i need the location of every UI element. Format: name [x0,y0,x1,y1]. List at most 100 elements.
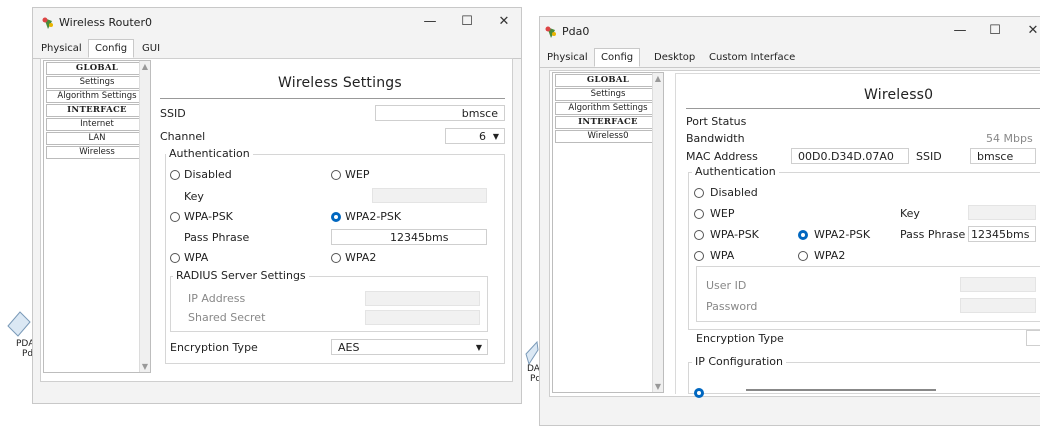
ssid-label: SSID [160,107,186,120]
router-config-panel: GLOBAL Settings Algorithm Settings INTER… [40,58,513,382]
radio-dhcp[interactable] [694,388,704,398]
ssid-input[interactable]: bmsce [375,105,505,121]
router-window: Wireless Router0 — ☐ ✕ Physical Config G… [32,7,522,404]
tab-config[interactable]: Config [594,48,641,67]
ip-address-label: IP Address [188,292,246,305]
radio-wpa2-psk[interactable] [331,212,341,222]
user-id-input[interactable] [960,277,1036,292]
nav-settings[interactable]: Settings [46,76,148,89]
nav-interface[interactable]: INTERFACE [555,116,661,129]
close-button[interactable]: ✕ [489,12,519,32]
minimize-button[interactable]: — [415,12,445,32]
tab-desktop[interactable]: Desktop [648,49,701,66]
nav-scrollbar[interactable]: ▲ ▼ [652,73,663,392]
nav-interface[interactable]: INTERFACE [46,104,148,117]
radio-wpa-psk[interactable] [170,212,180,222]
encryption-type-label: Encryption Type [170,341,258,354]
pda-app-icon [544,25,558,39]
router-nav-list: GLOBAL Settings Algorithm Settings INTER… [43,60,151,373]
radio-wep[interactable] [694,209,704,219]
radio-wpa2-psk-label: WPA2-PSK [345,210,402,223]
pda-tab-bar: Physical Config Desktop Custom Interface [540,47,1040,68]
radio-wpa[interactable] [694,251,704,261]
nav-lan[interactable]: LAN [46,132,148,145]
pass-phrase-input[interactable]: 12345bms [331,229,487,245]
radius-legend: RADIUS Server Settings [173,269,309,282]
radio-wpa2[interactable] [798,251,808,261]
bandwidth-label: Bandwidth [686,132,745,145]
close-button[interactable]: ✕ [1018,21,1040,41]
tab-config[interactable]: Config [88,39,135,58]
encryption-type-select[interactable]: AES ▼ [331,339,488,355]
key-input[interactable] [372,188,487,203]
nav-algorithm-settings[interactable]: Algorithm Settings [555,102,661,115]
channel-select[interactable]: 6 ▼ [445,128,505,144]
shared-secret-label: Shared Secret [188,311,266,324]
radio-wpa[interactable] [170,253,180,263]
chevron-down-icon: ▼ [492,132,499,141]
maximize-button[interactable]: ☐ [452,12,482,32]
nav-internet[interactable]: Internet [46,118,148,131]
radio-disabled[interactable] [694,188,704,198]
page-title: Wireless0 [864,87,934,103]
scroll-down-icon[interactable]: ▼ [653,382,663,391]
pda-wireless0-settings: Wireless0 Port Status Bandwidth 54 Mbps … [675,73,1040,398]
nav-scrollbar[interactable]: ▲ ▼ [139,61,150,372]
nav-global[interactable]: GLOBAL [46,62,148,75]
nav-algorithm-settings[interactable]: Algorithm Settings [46,90,148,103]
minimize-button[interactable]: — [945,21,975,41]
scroll-up-icon[interactable]: ▲ [653,74,663,83]
mac-address-label: MAC Address [686,150,758,163]
authentication-legend: Authentication [166,147,253,160]
pass-phrase-label: Pass Phrase [184,231,250,244]
pda-device-icon-left[interactable] [6,306,32,338]
radio-wep-label: WEP [345,168,370,181]
router-app-icon [41,16,55,30]
ip-address-input[interactable] [365,291,480,306]
radio-wpa-psk[interactable] [694,230,704,240]
pass-phrase-input[interactable]: 12345bms [968,226,1036,242]
radio-disabled[interactable] [170,170,180,180]
nav-wireless[interactable]: Wireless [46,146,148,159]
radio-wpa2[interactable] [331,253,341,263]
scroll-down-icon[interactable]: ▼ [140,362,150,371]
maximize-button[interactable]: ☐ [980,21,1010,41]
chevron-down-icon: ▼ [475,343,482,352]
radio-wep[interactable] [331,170,341,180]
nav-global[interactable]: GLOBAL [555,74,661,87]
horizontal-scrollbar[interactable] [746,389,936,391]
radio-wpa2-psk[interactable] [798,230,808,240]
bandwidth-value: 54 Mbps [986,132,1033,145]
encryption-type-select[interactable] [1026,330,1040,346]
tab-physical[interactable]: Physical [35,40,88,57]
pda-window-title: Pda0 [562,25,590,38]
radio-disabled-label: Disabled [184,168,232,181]
tab-custom-interface[interactable]: Custom Interface [703,49,801,66]
router-titlebar[interactable]: Wireless Router0 — ☐ ✕ [33,8,521,38]
radio-wpa2-psk-label: WPA2-PSK [814,228,871,241]
password-input[interactable] [960,298,1036,313]
mac-address-input[interactable]: 00D0.D34D.07A0 [791,148,909,164]
pass-phrase-label: Pass Phrase [900,228,966,241]
radio-wpa-label: WPA [184,251,209,264]
scroll-up-icon[interactable]: ▲ [140,62,150,71]
ip-config-legend: IP Configuration [692,355,786,368]
nav-settings[interactable]: Settings [555,88,661,101]
shared-secret-input[interactable] [365,310,480,325]
pda-window: Pda0 — ☐ ✕ Physical Config Desktop Custo… [539,16,1040,426]
nav-wireless0[interactable]: Wireless0 [555,130,661,143]
device-label-right: DA [527,364,540,374]
key-input[interactable] [968,205,1036,220]
pda-config-panel: GLOBAL Settings Algorithm Settings INTER… [549,70,1040,398]
tab-physical[interactable]: Physical [541,49,594,66]
pda-device-icon-right[interactable] [525,340,539,366]
tab-gui[interactable]: GUI [136,40,166,57]
user-credentials-group [696,266,1040,322]
radio-wpa2-label: WPA2 [814,249,846,262]
radio-wpa-psk-label: WPA-PSK [184,210,233,223]
pda-titlebar[interactable]: Pda0 — ☐ ✕ [540,17,1040,47]
page-title: Wireless Settings [278,75,402,91]
port-status-label: Port Status [686,115,747,128]
ssid-input[interactable]: bmsce [970,148,1036,164]
radio-wpa2-label: WPA2 [345,251,377,264]
